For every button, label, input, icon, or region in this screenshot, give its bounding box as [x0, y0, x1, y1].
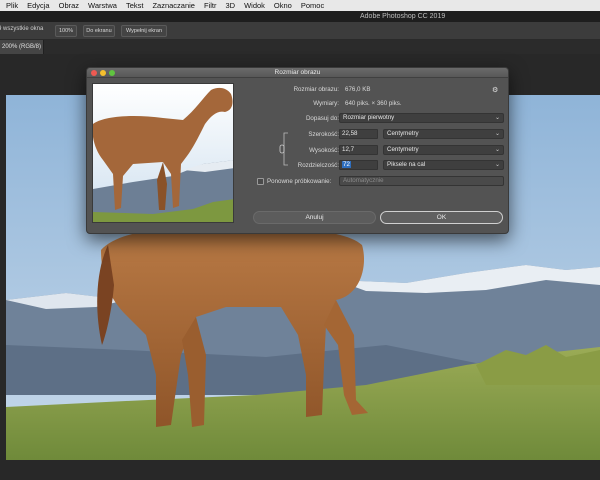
dialog-title: Rozmiar obrazu	[274, 69, 321, 76]
height-input[interactable]: 12,7	[339, 145, 378, 155]
menu-select[interactable]: Zaznaczanie	[152, 0, 195, 11]
menu-help[interactable]: Pomoc	[301, 0, 324, 11]
image-size-dialog: Rozmiar obrazu ⚙ Rozmiar obrazu: 676,0 K…	[86, 67, 509, 234]
scroll-all-windows-label[interactable]: ł wszystkie okna	[0, 26, 43, 32]
menu-view[interactable]: Widok	[244, 0, 265, 11]
resample-method-select[interactable]: Automatycznie	[339, 176, 504, 186]
options-bar: ł wszystkie okna 100% Do ekranu Wypełnij…	[0, 22, 600, 40]
resample-label[interactable]: Ponowne próbkowanie:	[267, 178, 331, 185]
fill-screen-button[interactable]: Wypełnij ekran	[121, 25, 167, 37]
resample-checkbox[interactable]	[257, 178, 264, 185]
chevron-down-icon: ⌄	[494, 147, 500, 153]
menu-filter[interactable]: Filtr	[204, 0, 217, 11]
document-tab[interactable]: 200% (RGB/8)	[0, 40, 44, 54]
fit-to-value: Rozmiar pierwotny	[343, 114, 395, 121]
image-size-label: Rozmiar obrazu:	[293, 86, 339, 93]
menu-bar: Plik Edycja Obraz Warstwa Tekst Zaznacza…	[0, 0, 600, 11]
menu-type[interactable]: Tekst	[126, 0, 144, 11]
fit-to-select[interactable]: Rozmiar pierwotny ⌄	[339, 113, 504, 123]
resolution-value: 72	[342, 161, 351, 168]
resample-method-value: Automatycznie	[343, 177, 384, 184]
app-title-bar: Adobe Photoshop CC 2019	[0, 11, 600, 22]
dimensions-value: 640 piks. × 360 piks.	[345, 100, 402, 107]
menu-3d[interactable]: 3D	[225, 0, 235, 11]
resolution-label: Rozdzielczość:	[297, 162, 339, 169]
resolution-unit-value: Piksele na cal	[387, 161, 426, 168]
menu-image[interactable]: Obraz	[59, 0, 79, 11]
resolution-unit-select[interactable]: Piksele na cal ⌄	[383, 160, 504, 170]
ok-button[interactable]: OK	[380, 211, 503, 224]
chain-link-icon[interactable]	[279, 131, 289, 167]
zoom-100-button[interactable]: 100%	[55, 25, 77, 37]
chevron-down-icon: ⌄	[494, 131, 500, 137]
width-label: Szerokość:	[308, 131, 339, 138]
status-bar	[0, 462, 600, 480]
app-title: Adobe Photoshop CC 2019	[360, 13, 446, 20]
menu-window[interactable]: Okno	[274, 0, 292, 11]
image-size-value: 676,0 KB	[345, 86, 371, 93]
height-unit-value: Centymetry	[387, 146, 419, 153]
preview-thumbnail	[93, 84, 233, 222]
height-unit-select[interactable]: Centymetry ⌄	[383, 145, 504, 155]
menu-edit[interactable]: Edycja	[27, 0, 50, 11]
width-unit-select[interactable]: Centymetry ⌄	[383, 129, 504, 139]
dimensions-label: Wymiary:	[313, 100, 339, 107]
cancel-button[interactable]: Anuluj	[253, 211, 376, 224]
menu-file[interactable]: Plik	[6, 0, 18, 11]
height-label: Wysokość:	[309, 147, 339, 154]
image-preview[interactable]	[92, 83, 234, 223]
dialog-title-bar: Rozmiar obrazu	[87, 68, 508, 78]
fit-screen-button[interactable]: Do ekranu	[83, 25, 115, 37]
fit-to-label: Dopasuj do:	[305, 115, 339, 122]
chevron-down-icon: ⌄	[494, 115, 500, 121]
gear-icon[interactable]: ⚙	[492, 86, 498, 94]
resolution-input[interactable]: 72	[339, 160, 378, 170]
width-input[interactable]: 22,58	[339, 129, 378, 139]
menu-layer[interactable]: Warstwa	[88, 0, 117, 11]
document-tab-bar: 200% (RGB/8)	[0, 40, 600, 54]
width-unit-value: Centymetry	[387, 130, 419, 137]
chevron-down-icon: ⌄	[494, 162, 500, 168]
